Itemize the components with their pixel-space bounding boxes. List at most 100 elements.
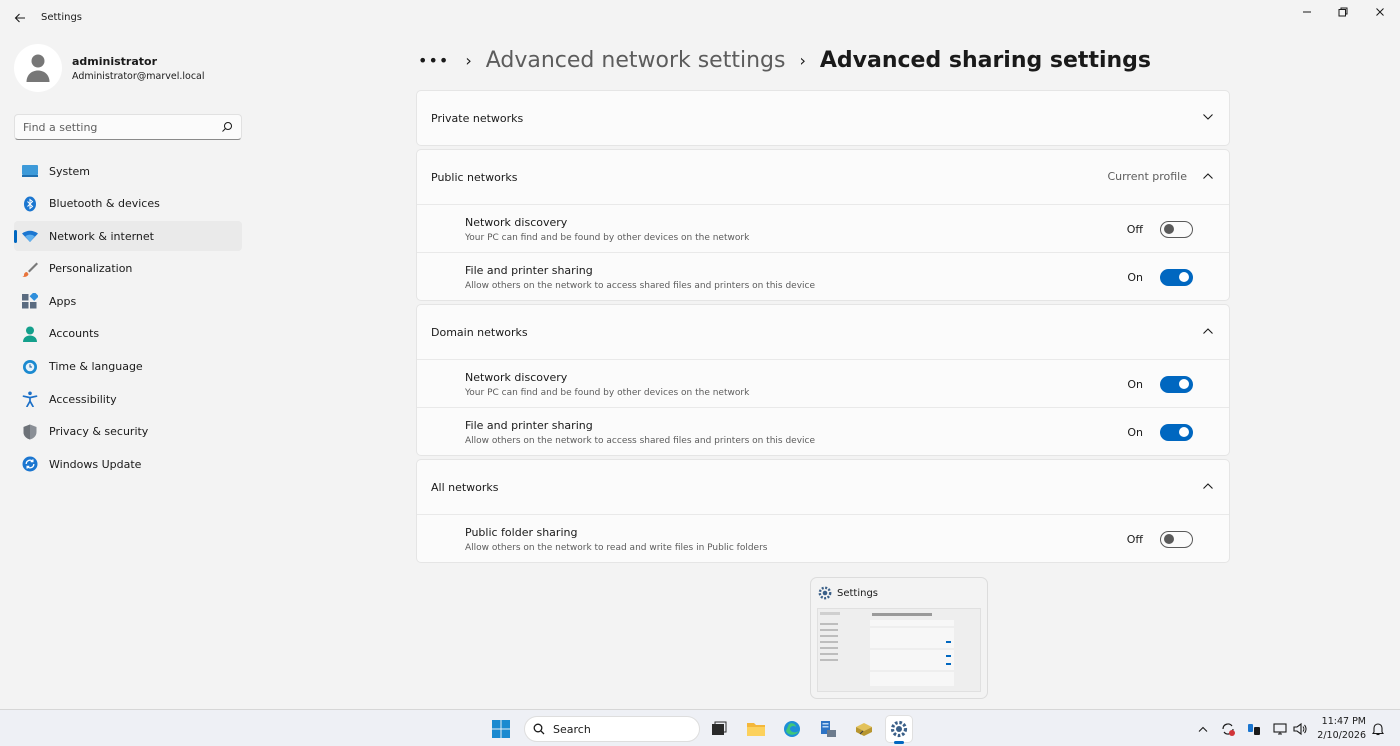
- tray-volume-button[interactable]: [1292, 721, 1308, 737]
- sidebar-item-windows-update[interactable]: Windows Update: [14, 449, 242, 479]
- all-networks-header[interactable]: All networks: [417, 460, 1229, 514]
- shield-icon: [22, 424, 38, 440]
- sidebar-item-label: Bluetooth & devices: [49, 197, 160, 211]
- file-printer-sharing-domain-toggle[interactable]: [1160, 424, 1193, 441]
- sidebar-item-label: Accounts: [49, 327, 100, 341]
- file-printer-sharing-public-toggle[interactable]: [1160, 269, 1193, 286]
- user-profile[interactable]: administrator Administrator@marvel.local: [14, 44, 205, 92]
- toggle-state-label: Off: [1126, 533, 1143, 546]
- accessibility-icon: [22, 391, 38, 408]
- brush-icon: [22, 261, 38, 277]
- breadcrumb: ••• › Advanced network settings › Advanc…: [418, 44, 1151, 76]
- toggle-state-label: On: [1127, 378, 1143, 391]
- sidebar-item-time-language[interactable]: Time & language: [14, 352, 242, 382]
- server-manager-button[interactable]: [815, 716, 841, 742]
- private-networks-section: Private networks: [416, 90, 1230, 146]
- setting-row: Network discovery Your PC can find and b…: [417, 204, 1229, 252]
- chevron-up-icon[interactable]: [1201, 324, 1215, 338]
- sidebar-item-network[interactable]: Network & internet: [14, 221, 242, 252]
- domain-networks-header[interactable]: Domain networks: [417, 305, 1229, 359]
- task-view-button[interactable]: [706, 716, 732, 742]
- public-networks-header[interactable]: Public networks Current profile: [417, 150, 1229, 204]
- settings-taskbar-button[interactable]: [886, 716, 912, 744]
- network-discovery-public-toggle[interactable]: [1160, 221, 1193, 238]
- tray-overflow-button[interactable]: [1195, 721, 1211, 737]
- all-networks-section: All networks Public folder sharing Allow…: [416, 459, 1230, 563]
- minimize-icon: [1303, 11, 1311, 13]
- briefcase-icon: [856, 723, 872, 736]
- sidebar-item-label: System: [49, 164, 91, 178]
- toggle-state-label: On: [1127, 271, 1143, 284]
- setting-title: Network discovery: [465, 371, 568, 384]
- public-folder-sharing-toggle[interactable]: [1160, 531, 1193, 548]
- breadcrumb-parent-link[interactable]: Advanced network settings: [486, 48, 786, 73]
- edge-button[interactable]: [779, 716, 805, 742]
- setting-description: Allow others on the network to access sh…: [465, 436, 816, 446]
- toggle-state-label: On: [1127, 426, 1143, 439]
- tray-bluetooth-button[interactable]: [1246, 721, 1262, 737]
- sidebar-item-apps[interactable]: Apps: [14, 286, 242, 316]
- search-icon[interactable]: [221, 121, 233, 136]
- volume-icon: [1293, 722, 1307, 736]
- chevron-up-icon[interactable]: [1201, 169, 1215, 183]
- back-button[interactable]: [10, 8, 30, 28]
- tray-sync-button[interactable]: [1220, 721, 1236, 737]
- pinned-app-button[interactable]: [851, 716, 877, 742]
- sidebar-nav: System Bluetooth & devices Network & int…: [14, 156, 242, 482]
- toggle-knob: [1164, 224, 1174, 234]
- system-icon: [22, 163, 38, 179]
- chevron-right-icon: ›: [799, 50, 806, 70]
- folder-icon: [747, 723, 765, 736]
- breadcrumb-overflow-button[interactable]: •••: [418, 51, 449, 70]
- network-monitor-icon: [1273, 723, 1287, 735]
- setting-title: File and printer sharing: [465, 264, 593, 277]
- update-icon: [22, 456, 38, 472]
- bell-icon: [1372, 723, 1384, 736]
- setting-description: Your PC can find and be found by other d…: [465, 233, 750, 243]
- sidebar-item-privacy-security[interactable]: Privacy & security: [14, 417, 242, 447]
- taskbar-thumbnail-preview[interactable]: Settings: [811, 578, 987, 698]
- toggle-knob: [1179, 272, 1189, 282]
- taskbar-search[interactable]: Search: [524, 716, 700, 742]
- settings-gear-icon: [890, 720, 908, 738]
- search-icon: [533, 723, 545, 735]
- section-title: Private networks: [431, 111, 524, 125]
- chevron-up-icon[interactable]: [1201, 479, 1215, 493]
- clock-time: 11:47 PM: [1321, 716, 1366, 727]
- sidebar-item-accounts[interactable]: Accounts: [14, 319, 242, 349]
- sidebar-item-label: Apps: [49, 294, 77, 308]
- setting-row: Public folder sharing Allow others on th…: [417, 514, 1229, 562]
- start-button[interactable]: [488, 716, 514, 742]
- taskbar-clock[interactable]: 11:47 PM 2/10/2026: [1316, 715, 1366, 743]
- setting-row: File and printer sharing Allow others on…: [417, 407, 1229, 455]
- avatar: [14, 44, 62, 92]
- domain-networks-section: Domain networks Network discovery Your P…: [416, 304, 1230, 456]
- sidebar-item-label: Windows Update: [49, 457, 142, 471]
- notifications-button[interactable]: [1370, 721, 1386, 737]
- file-explorer-button[interactable]: [743, 716, 769, 742]
- sidebar-item-label: Privacy & security: [49, 425, 149, 439]
- private-networks-header[interactable]: Private networks: [417, 91, 1229, 145]
- chevron-down-icon[interactable]: [1201, 110, 1215, 124]
- sidebar-item-accessibility[interactable]: Accessibility: [14, 384, 242, 414]
- section-title: Domain networks: [431, 325, 528, 339]
- sidebar-item-personalization[interactable]: Personalization: [14, 254, 242, 284]
- globe-clock-icon: [22, 359, 38, 375]
- sidebar-item-bluetooth[interactable]: Bluetooth & devices: [14, 189, 242, 219]
- section-title: Public networks: [431, 170, 518, 184]
- sidebar-item-system[interactable]: System: [14, 156, 242, 186]
- bluetooth-icon: [22, 196, 38, 212]
- public-networks-section: Public networks Current profile Network …: [416, 149, 1230, 301]
- settings-search-box[interactable]: [14, 114, 242, 140]
- close-button[interactable]: [1360, 2, 1400, 22]
- maximize-button[interactable]: [1323, 2, 1363, 22]
- search-input[interactable]: [23, 120, 213, 134]
- close-icon: [1376, 8, 1384, 16]
- sidebar-item-label: Accessibility: [49, 392, 117, 406]
- edge-browser-icon: [784, 721, 800, 737]
- minimize-button[interactable]: [1287, 2, 1327, 22]
- apps-icon: [22, 293, 38, 309]
- setting-title: File and printer sharing: [465, 419, 593, 432]
- network-discovery-domain-toggle[interactable]: [1160, 376, 1193, 393]
- tray-network-button[interactable]: [1272, 721, 1288, 737]
